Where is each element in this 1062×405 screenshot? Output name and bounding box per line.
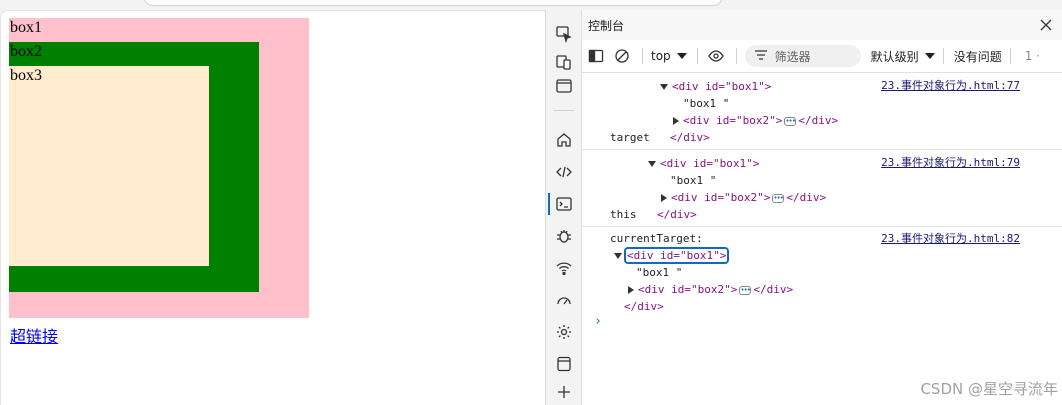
element-open-tag[interactable]: <div id="box1">	[648, 155, 759, 172]
more-tools-plus-icon[interactable]	[552, 380, 576, 404]
box3[interactable]: box3	[9, 66, 209, 266]
browser-top-strip	[0, 0, 1062, 10]
console-message: 23.事件对象行为.html:82 currentTarget: <div id…	[582, 227, 1062, 317]
context-value: top	[651, 49, 671, 63]
element-close-tag: </div>	[657, 208, 697, 221]
selected-element-highlight[interactable]: <div id="box1">	[623, 247, 730, 264]
watermark: CSDN @星空寻流年	[920, 380, 1058, 398]
box2-label: box2	[10, 43, 42, 60]
address-bar[interactable]	[143, 0, 723, 6]
expand-triangle-icon[interactable]	[660, 84, 668, 90]
chevron-down-icon	[676, 49, 687, 63]
console-log: 23.事件对象行为.html:77 <div id="box1"> "box1 …	[582, 73, 1062, 329]
ellipsis-icon[interactable]	[772, 190, 785, 207]
box3-label: box3	[10, 67, 42, 84]
dock-side-icon[interactable]	[552, 74, 576, 98]
log-levels-dropdown[interactable]: 默认级别	[871, 48, 935, 65]
child-element[interactable]: <div id="box2"></div>	[661, 189, 826, 207]
element-close-tag: </div>	[624, 300, 664, 313]
text-node: "box1 "	[636, 266, 683, 279]
filter-placeholder: 筛选器	[774, 49, 811, 64]
application-window-icon[interactable]	[552, 352, 576, 376]
page-viewport: box1 box2 box3 超链接	[0, 10, 545, 405]
performance-gauge-icon[interactable]	[552, 288, 576, 312]
source-link[interactable]: 23.事件对象行为.html:79	[881, 154, 1020, 171]
text-node: "box1 "	[683, 97, 730, 110]
text-node: "box1 "	[670, 174, 717, 187]
clear-console-icon[interactable]	[612, 46, 632, 66]
panel-header: 控制台	[582, 10, 1062, 40]
log-label: this	[610, 208, 637, 221]
box1-label: box1	[10, 19, 42, 36]
issues-counter[interactable]: 没有问题	[954, 48, 1002, 65]
log-levels-label: 默认级别	[870, 49, 919, 64]
console-message: 23.事件对象行为.html:77 <div id="box1"> "box1 …	[582, 73, 1062, 150]
filter-icon	[754, 49, 767, 63]
collapse-triangle-icon[interactable]	[661, 194, 667, 202]
settings-gear-icon[interactable]	[552, 320, 576, 344]
hyperlink[interactable]: 超链接	[10, 323, 58, 347]
collapse-triangle-icon[interactable]	[673, 117, 679, 125]
ellipsis-icon[interactable]	[739, 282, 752, 299]
elements-code-icon[interactable]	[552, 160, 576, 184]
source-link[interactable]: 23.事件对象行为.html:82	[881, 230, 1020, 247]
source-link[interactable]: 23.事件对象行为.html:77	[881, 77, 1020, 94]
chevron-down-icon	[924, 49, 935, 63]
welcome-home-icon[interactable]	[552, 128, 576, 152]
ellipsis-icon[interactable]	[784, 113, 797, 130]
sidebar-toggle-icon[interactable]	[586, 46, 606, 66]
expand-triangle-icon[interactable]	[614, 253, 622, 259]
panel-title: 控制台	[588, 18, 625, 33]
live-expression-eye-icon[interactable]	[706, 46, 726, 66]
device-emulation-icon[interactable]	[552, 50, 576, 74]
child-element[interactable]: <div id="box2"></div>	[628, 281, 793, 299]
context-selector[interactable]: top	[651, 49, 687, 63]
network-wifi-icon[interactable]	[552, 256, 576, 280]
console-icon[interactable]	[548, 192, 576, 216]
filter-input[interactable]: 筛选器	[744, 45, 861, 67]
overflow-menu[interactable]: 1 ·	[1025, 49, 1040, 63]
console-toolbar: top 筛选器 默认级别 没有问题 1 ·	[582, 40, 1062, 73]
box1[interactable]: box1 box2 box3	[9, 18, 309, 318]
sources-bug-icon[interactable]	[552, 224, 576, 248]
console-prompt[interactable]: ›	[594, 313, 602, 330]
child-element[interactable]: <div id="box2"></div>	[673, 112, 838, 130]
collapse-triangle-icon[interactable]	[628, 286, 634, 294]
devtools-console-panel: 控制台 top 筛选器 默认级别 没有问题 1 · 23.事件对象行为.html…	[581, 10, 1062, 405]
inspect-element-icon[interactable]	[552, 22, 576, 46]
expand-triangle-icon[interactable]	[648, 161, 656, 167]
element-open-tag[interactable]: <div id="box1">	[614, 247, 730, 264]
log-label: currentTarget:	[610, 232, 703, 245]
box2[interactable]: box2 box3	[9, 42, 259, 292]
console-message: 23.事件对象行为.html:79 <div id="box1"> "box1 …	[582, 150, 1062, 227]
log-label: target	[610, 131, 650, 144]
close-icon[interactable]	[1038, 17, 1054, 33]
element-open-tag[interactable]: <div id="box1">	[660, 78, 771, 95]
element-close-tag: </div>	[670, 131, 710, 144]
devtools-activity-bar	[545, 10, 581, 405]
